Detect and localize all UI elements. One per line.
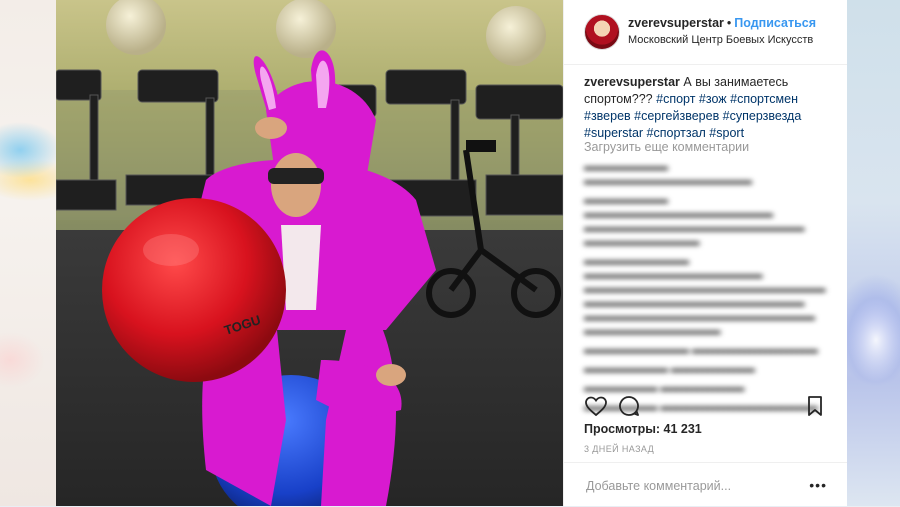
- comment-item: ▬▬▬▬▬▬▬ ▬▬▬▬▬▬▬▬: [584, 382, 745, 394]
- right-background: [846, 0, 900, 506]
- photo-illustration: TOGU: [56, 0, 563, 506]
- username-line: zverevsuperstar • Подписаться: [628, 16, 816, 30]
- left-background: [0, 0, 56, 506]
- separator-dot: •: [726, 16, 732, 30]
- views-count: Просмотры: 41 231: [584, 422, 702, 436]
- heart-icon[interactable]: [584, 394, 608, 418]
- more-options-icon[interactable]: •••: [809, 477, 827, 493]
- post-actions: [584, 394, 827, 420]
- comment-item: ▬▬▬▬▬▬▬▬ ▬▬▬▬▬▬▬▬▬▬▬▬▬▬▬▬: [584, 161, 752, 187]
- views-number: 41 231: [663, 422, 702, 436]
- bookmark-icon[interactable]: [803, 394, 827, 418]
- username-link[interactable]: zverevsuperstar: [628, 16, 724, 30]
- add-comment-input[interactable]: [584, 475, 808, 497]
- views-label: Просмотры:: [584, 422, 661, 436]
- follow-button[interactable]: Подписаться: [734, 16, 816, 30]
- post-side-panel: zverevsuperstar • Подписаться Московский Ц…: [563, 0, 847, 506]
- comments-list: ▬▬▬▬▬▬▬▬ ▬▬▬▬▬▬▬▬▬▬▬▬▬▬▬▬ ▬▬▬▬▬▬▬▬ ▬▬▬▬▬…: [584, 160, 829, 419]
- post-caption: zverevsuperstar А вы занимаетесь спортом…: [584, 74, 834, 142]
- comment-item: ▬▬▬▬▬▬▬▬ ▬▬▬▬▬▬▬▬: [584, 363, 755, 375]
- load-more-comments-button[interactable]: Загрузить еще комментарии: [584, 140, 749, 154]
- add-comment-bar: •••: [564, 462, 847, 507]
- comment-icon[interactable]: [617, 394, 641, 418]
- comment-item: ▬▬▬▬▬▬▬▬▬▬ ▬▬▬▬▬▬▬▬▬▬▬▬▬▬▬▬▬ ▬▬▬▬▬▬▬▬▬▬▬…: [584, 255, 826, 337]
- location-link[interactable]: Московский Центр Боевых Искусств: [628, 34, 813, 46]
- post-photo[interactable]: TOGU: [56, 0, 563, 506]
- comment-item: ▬▬▬▬▬▬▬▬▬▬ ▬▬▬▬▬▬▬▬▬▬▬▬: [584, 344, 818, 356]
- post-date[interactable]: 3 ДНЕЙ НАЗАД: [584, 444, 654, 454]
- post-header: zverevsuperstar • Подписаться Московский Ц…: [564, 0, 847, 65]
- avatar[interactable]: [584, 14, 620, 50]
- comment-item: ▬▬▬▬▬▬▬▬ ▬▬▬▬▬▬▬▬▬▬▬▬▬▬▬▬▬▬ ▬▬▬▬▬▬▬▬▬▬▬▬…: [584, 194, 805, 248]
- caption-username[interactable]: zverevsuperstar: [584, 75, 680, 89]
